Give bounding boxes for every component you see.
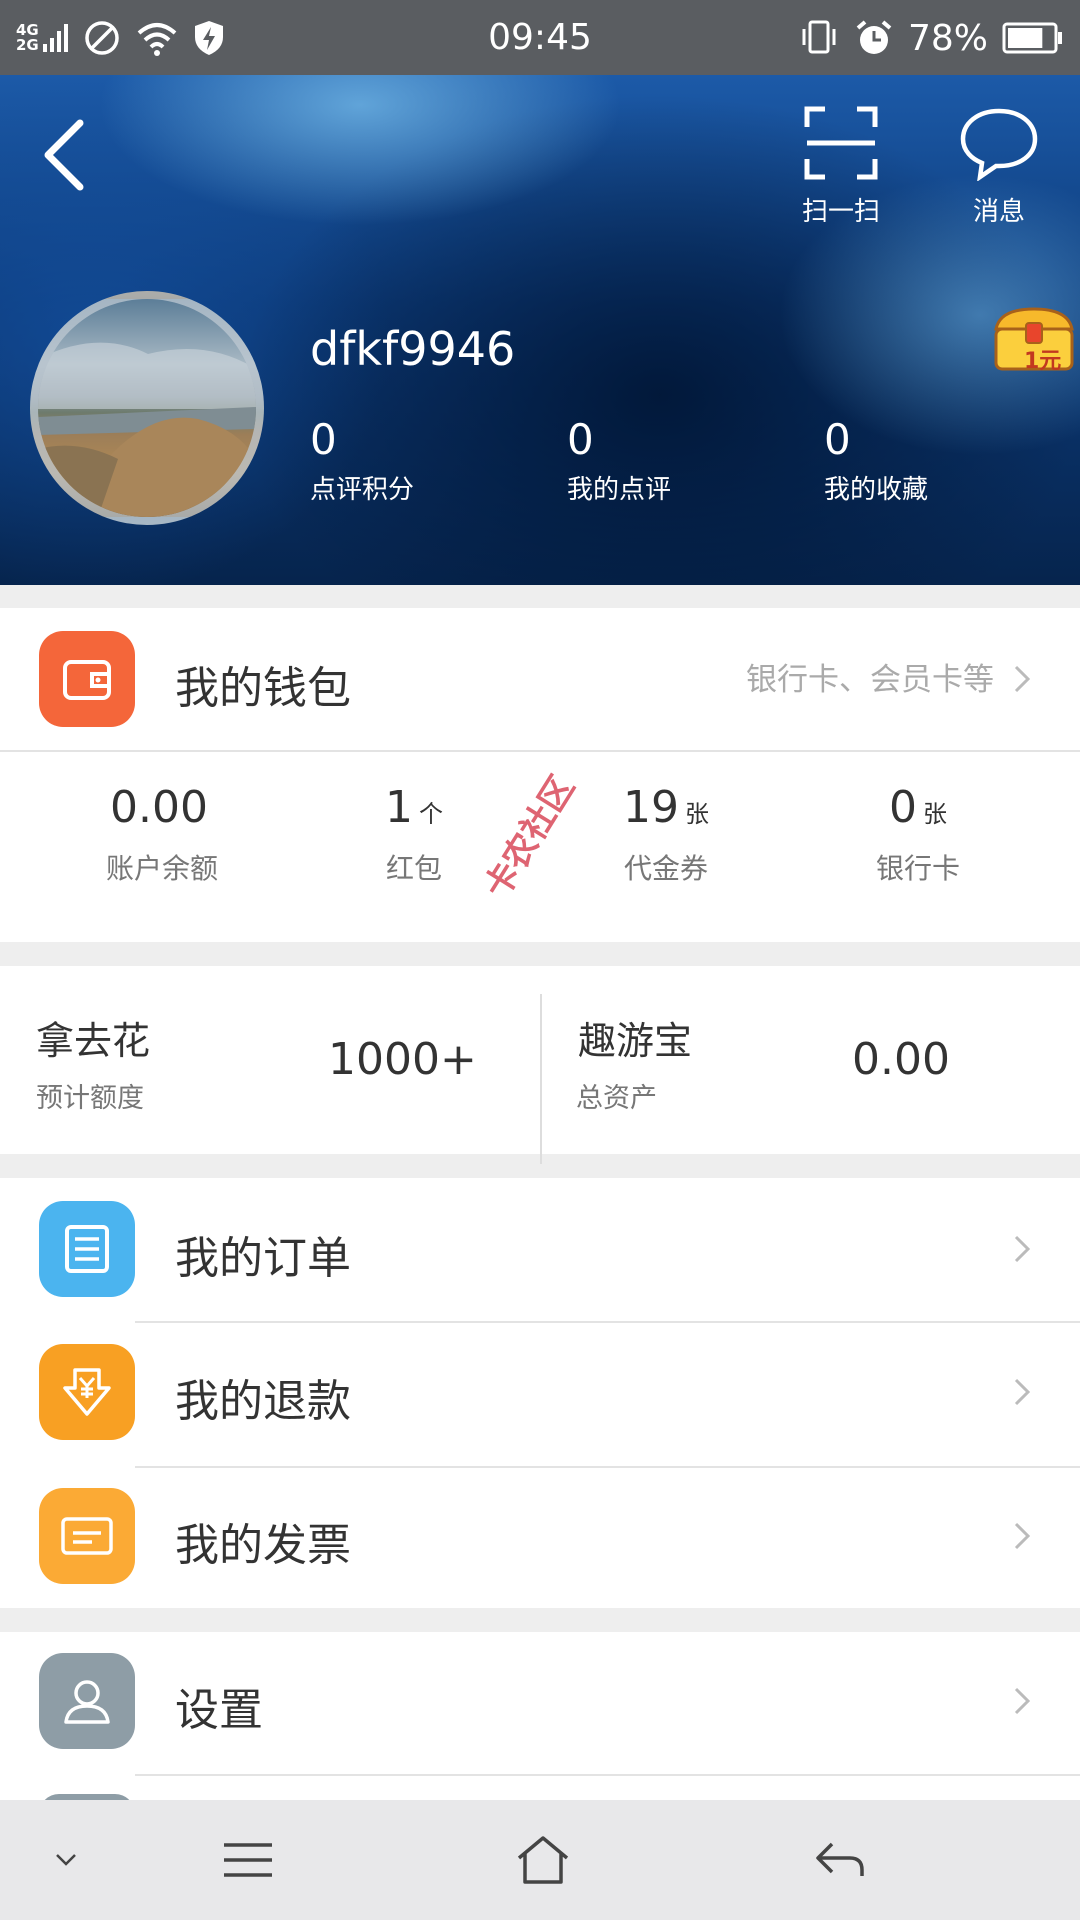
bank-card-stat[interactable]: 0张 银行卡	[783, 782, 1053, 887]
balance-value: 0.00	[110, 782, 208, 833]
back-button[interactable]	[36, 115, 96, 195]
order-list-icon	[65, 1225, 109, 1273]
username: dfkf9946	[310, 322, 516, 376]
wallet-icon-tile	[39, 631, 135, 727]
settings-icon-tile	[39, 1653, 135, 1749]
avatar[interactable]	[30, 291, 264, 525]
back-icon	[816, 1842, 864, 1876]
voucher-label: 代金券	[623, 852, 708, 885]
stat-value: 0	[310, 415, 337, 464]
voucher-unit: 张	[685, 800, 709, 828]
gift-badge-label: 1元	[1024, 349, 1062, 374]
home-icon	[517, 1836, 569, 1884]
vibrate-icon	[802, 20, 836, 54]
nav-home-button[interactable]	[503, 1830, 583, 1890]
stat-review-points[interactable]: 0 点评积分	[310, 415, 414, 506]
loan-value: 1000+	[328, 1034, 477, 1085]
battery-icon	[1002, 22, 1062, 54]
stat-label: 我的点评	[567, 475, 672, 505]
orders-icon-tile	[39, 1201, 135, 1297]
stat-label: 点评积分	[310, 475, 415, 505]
divider	[135, 1774, 1080, 1776]
bank-card-unit: 张	[923, 800, 947, 828]
loan-subtitle: 预计额度	[36, 1083, 144, 1114]
back-arrow-icon	[44, 119, 84, 191]
chevron-right-icon	[1014, 1522, 1031, 1550]
wallet-hint: 银行卡、会员卡等	[746, 662, 994, 698]
chevron-right-icon	[1014, 1687, 1031, 1715]
refunds-row[interactable]: 我的退款	[0, 1323, 1080, 1466]
gift-chest-badge[interactable]: 1元	[990, 305, 1080, 375]
loan-item[interactable]: 拿去花 预计额度 1000+	[0, 966, 540, 1154]
stat-my-favorites[interactable]: 0 我的收藏	[824, 415, 928, 506]
wallet-icon	[63, 660, 111, 700]
red-packet-value: 1	[385, 782, 413, 833]
stat-value: 0	[567, 415, 594, 464]
chat-bubble-icon	[960, 108, 1038, 182]
chevron-right-icon	[1014, 1378, 1031, 1406]
settings-section: 设置	[0, 1632, 1080, 1814]
message-label: 消息	[972, 197, 1025, 227]
settings-row[interactable]: 设置	[0, 1632, 1080, 1774]
wallet-title: 我的钱包	[175, 663, 351, 714]
user-profile-icon	[64, 1680, 110, 1724]
assets-subtitle: 总资产	[576, 1083, 657, 1114]
voucher-value: 19	[623, 782, 679, 833]
scan-button[interactable]: 扫一扫	[786, 105, 896, 228]
invoices-title: 我的发票	[175, 1520, 351, 1571]
battery-percent: 78%	[907, 17, 988, 59]
wallet-row[interactable]: 我的钱包 银行卡、会员卡等	[0, 608, 1080, 750]
menu-list: 我的订单 我的退款 我的发票	[0, 1178, 1080, 1608]
refund-yen-icon	[63, 1368, 111, 1416]
red-packet-unit: 个	[419, 800, 443, 828]
message-button[interactable]: 消息	[944, 105, 1054, 228]
profile-header: 扫一扫 消息 dfkf9946 0 点评积分 0 我的点评 0 我的收藏 1元	[0, 75, 1080, 585]
loan-title: 拿去花	[36, 1019, 151, 1063]
stat-label: 我的收藏	[824, 475, 929, 505]
finance-section: 拿去花 预计额度 1000+ 趣游宝 总资产 0.00	[0, 966, 1080, 1164]
bank-card-value: 0	[889, 782, 917, 833]
scan-label: 扫一扫	[801, 197, 880, 227]
refunds-title: 我的退款	[175, 1376, 351, 1427]
assets-item[interactable]: 趣游宝 总资产 0.00	[542, 966, 1080, 1154]
chevron-right-icon	[1014, 665, 1031, 693]
nav-back-button[interactable]	[800, 1830, 880, 1890]
alarm-icon	[856, 20, 892, 54]
assets-title: 趣游宝	[578, 1019, 693, 1063]
balance-label: 账户余额	[105, 852, 218, 885]
chevron-right-icon	[1014, 1235, 1031, 1263]
chevron-down-icon	[56, 1854, 76, 1866]
status-right-icons: 78%	[800, 14, 1064, 62]
nav-hide-button[interactable]	[26, 1830, 106, 1890]
assets-value: 0.00	[852, 1034, 950, 1085]
settings-title: 设置	[175, 1685, 263, 1736]
stat-my-reviews[interactable]: 0 我的点评	[567, 415, 671, 506]
invoices-row[interactable]: 我的发票	[0, 1468, 1080, 1608]
refunds-icon-tile	[39, 1344, 135, 1440]
invoices-icon-tile	[39, 1488, 135, 1584]
orders-row[interactable]: 我的订单	[0, 1178, 1080, 1321]
menu-icon	[224, 1843, 272, 1877]
status-bar: 4G 2G 09:45 78%	[0, 0, 1080, 75]
nav-menu-button[interactable]	[208, 1830, 288, 1890]
stat-value: 0	[824, 415, 851, 464]
scan-icon	[804, 106, 878, 180]
invoice-icon	[61, 1517, 113, 1555]
avatar-landscape-image	[38, 342, 256, 517]
balance-stat[interactable]: 0.00 账户余额	[27, 782, 297, 887]
navigation-bar	[0, 1800, 1080, 1920]
orders-title: 我的订单	[175, 1233, 351, 1284]
bank-card-label: 银行卡	[875, 852, 960, 885]
